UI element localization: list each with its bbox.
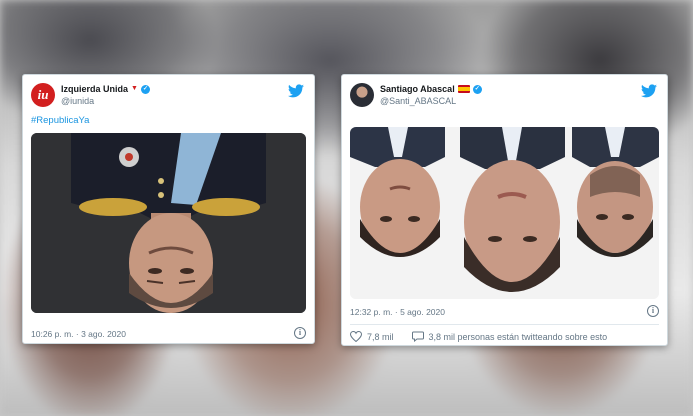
tweet-header: Santiago Abascal ✓ @Santi_ABASCAL — [350, 83, 482, 107]
tweet-header: iu Izquierda Unida ▼ ✓ @iunida — [31, 83, 150, 107]
author-handle[interactable]: @Santi_ABASCAL — [380, 95, 482, 107]
avatar-logo-text: iu — [37, 87, 49, 102]
author-name[interactable]: Santiago Abascal — [380, 83, 455, 95]
tweet-timestamp[interactable]: 12:32 p. m. · 5 ago. 2020 — [350, 307, 445, 317]
spain-flag-icon — [457, 85, 470, 93]
like-count: 7,8 mil — [367, 331, 394, 342]
divider — [350, 324, 659, 325]
verified-badge-icon: ✓ — [140, 84, 150, 94]
avatar[interactable]: iu — [31, 83, 55, 107]
author-name[interactable]: Izquierda Unida — [61, 83, 128, 95]
rose-icon: ▼ — [131, 85, 138, 92]
conversation-action[interactable]: 3,8 mil personas están twitteando sobre … — [411, 331, 608, 342]
heart-icon[interactable] — [350, 331, 362, 342]
tweet-card-santi-abascal[interactable]: Santiago Abascal ✓ @Santi_ABASCAL 12:32 … — [341, 74, 668, 346]
twitter-bird-icon[interactable] — [641, 84, 657, 98]
talking-about-text: 3,8 mil personas están twitteando sobre … — [428, 331, 608, 342]
tweet-photo-upside-down-politicians[interactable] — [350, 127, 659, 299]
tweet-photo-upside-down-king[interactable] — [31, 133, 306, 313]
tweet-timestamp[interactable]: 10:26 p. m. · 3 ago. 2020 — [31, 329, 126, 339]
tweet-actions: 7,8 mil 3,8 mil personas están twitteand… — [350, 331, 625, 342]
info-icon[interactable]: i — [647, 305, 659, 317]
hashtag-link[interactable]: #RepublicaYa — [31, 115, 89, 126]
twitter-bird-icon[interactable] — [288, 84, 304, 98]
tweet-card-iunida[interactable]: iu Izquierda Unida ▼ ✓ @iunida #Republic… — [22, 74, 315, 344]
info-icon[interactable]: i — [294, 327, 306, 339]
verified-badge-icon: ✓ — [472, 84, 482, 94]
avatar[interactable] — [350, 83, 374, 107]
author-handle[interactable]: @iunida — [61, 95, 150, 107]
comment-icon[interactable] — [411, 331, 424, 342]
like-action[interactable]: 7,8 mil — [350, 331, 394, 342]
